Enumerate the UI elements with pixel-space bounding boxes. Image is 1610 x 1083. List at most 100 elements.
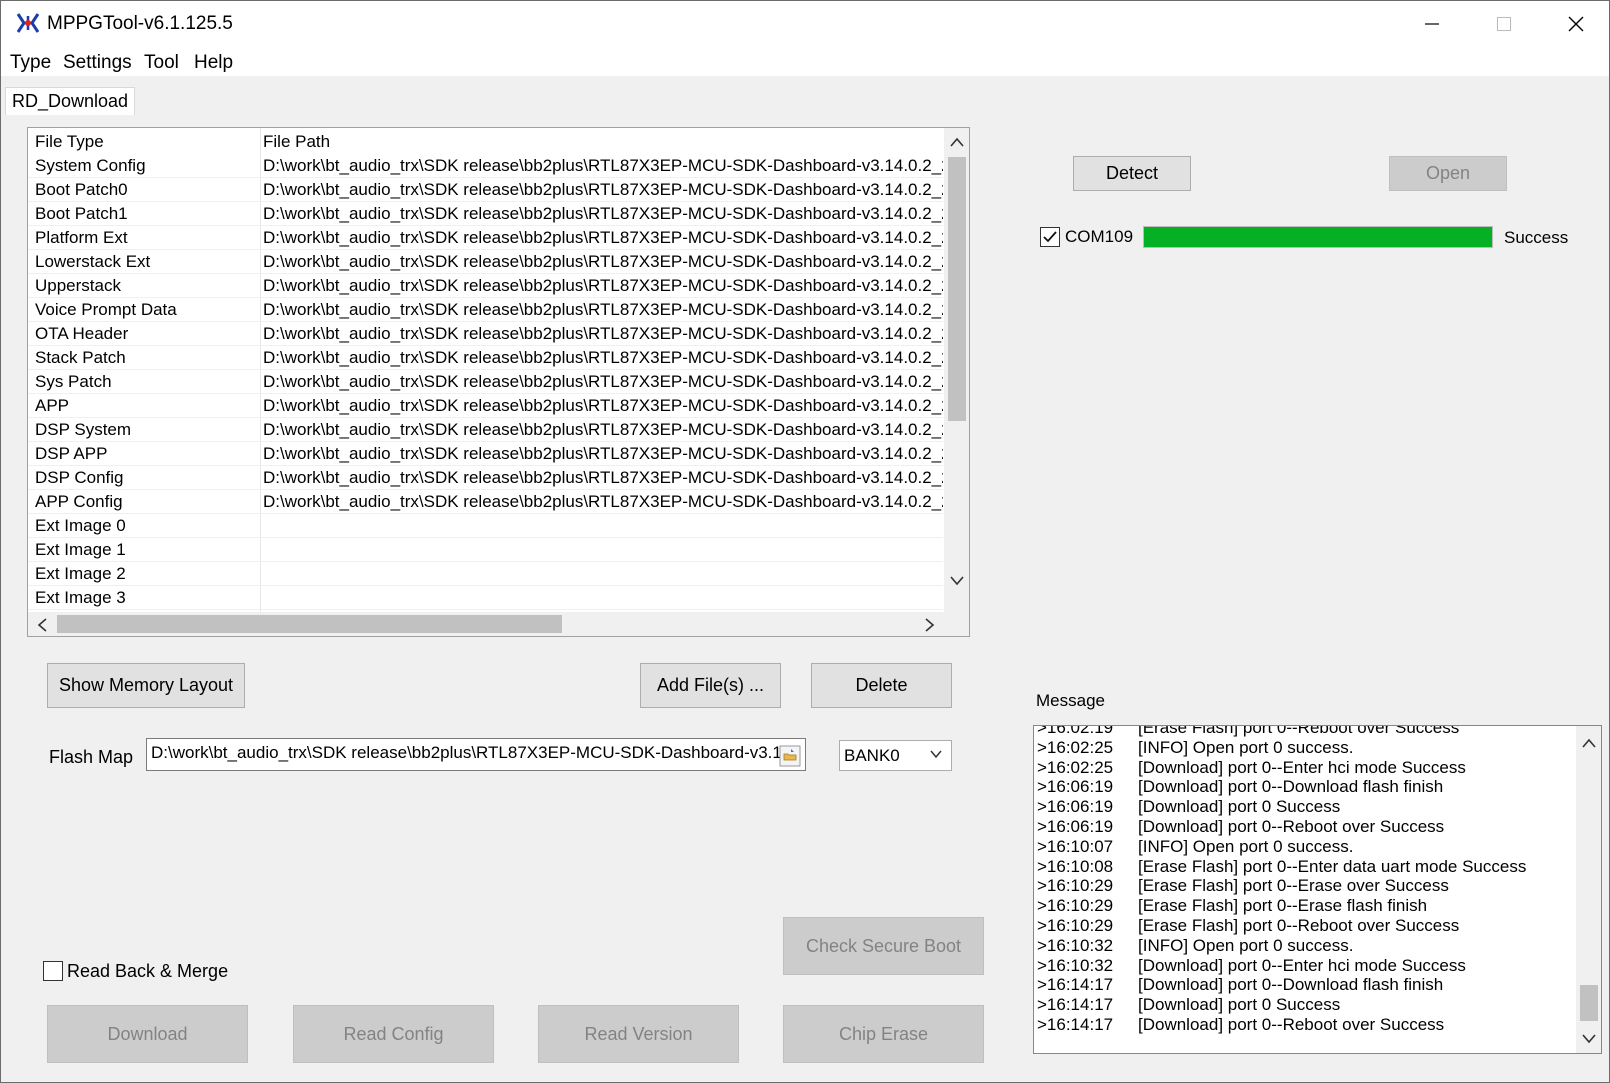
progress-fill: [1144, 227, 1492, 247]
scroll-down-icon[interactable]: [1582, 1032, 1596, 1048]
table-row[interactable]: Sys Patch D:\work\bt_audio_trx\SDK releas…: [28, 370, 943, 394]
scroll-down-icon[interactable]: [950, 574, 964, 590]
table-row[interactable]: DSP APP D:\work\bt_audio_trx\SDK release\…: [28, 442, 943, 466]
minimize-icon: [1425, 23, 1439, 25]
menu-tool[interactable]: Tool: [144, 52, 179, 74]
chip-erase-button[interactable]: Chip Erase: [783, 1005, 984, 1063]
log-time: >16:06:19: [1037, 797, 1114, 817]
file-list[interactable]: File Type File Path System Config D:\work…: [27, 127, 970, 637]
log-time: >16:10:29: [1037, 876, 1114, 896]
file-type-cell: Lowerstack Ext: [35, 252, 151, 271]
log-text: [Erase Flash] port 0--Erase over Success: [1138, 876, 1449, 896]
table-row[interactable]: Upperstack D:\work\bt_audio_trx\SDK relea…: [28, 274, 943, 298]
scroll-thumb[interactable]: [57, 615, 562, 633]
file-list-header: File Type File Path: [28, 130, 943, 154]
table-row[interactable]: Platform Ext D:\work\bt_audio_trx\SDK rel…: [28, 226, 943, 250]
show-memory-layout-button[interactable]: Show Memory Layout: [47, 663, 245, 708]
table-row[interactable]: Lowerstack Ext D:\work\bt_audio_trx\SDK r…: [28, 250, 943, 274]
app-window: MPPGTool-v6.1.125.5 Type Settings Tool H…: [0, 0, 1610, 1083]
scroll-up-icon[interactable]: [1582, 736, 1596, 752]
add-files-button[interactable]: Add File(s) ...: [640, 663, 781, 708]
close-button[interactable]: [1540, 1, 1609, 47]
menu-settings[interactable]: Settings: [63, 52, 132, 74]
file-type-cell: Sys Patch: [35, 372, 112, 391]
read-config-button[interactable]: Read Config: [293, 1005, 494, 1063]
log-text: [INFO] Open port 0 success.: [1138, 836, 1354, 856]
detect-button[interactable]: Detect: [1073, 156, 1191, 191]
delete-button[interactable]: Delete: [811, 663, 952, 708]
log-text: [Download] port 0--Enter hci mode Succes…: [1138, 955, 1466, 975]
file-list-vertical-scrollbar[interactable]: [944, 128, 969, 612]
table-row[interactable]: DSP System D:\work\bt_audio_trx\SDK relea…: [28, 418, 943, 442]
table-row[interactable]: Ext Image 3: [28, 586, 943, 610]
log-time: >16:06:19: [1037, 777, 1114, 797]
message-vertical-scrollbar[interactable]: [1576, 726, 1601, 1053]
file-type-cell: Ext Image 1: [35, 540, 126, 559]
table-row[interactable]: Boot Patch0 D:\work\bt_audio_trx\SDK rele…: [28, 178, 943, 202]
minimize-button[interactable]: [1396, 1, 1468, 47]
table-row[interactable]: Voice Prompt Data D:\work\bt_audio_trx\SD…: [28, 298, 943, 322]
table-row[interactable]: Ext Image 2: [28, 562, 943, 586]
table-row[interactable]: Ext Image 0: [28, 514, 943, 538]
close-icon: [1568, 16, 1584, 32]
table-row[interactable]: OTA Header D:\work\bt_audio_trx\SDK relea…: [28, 322, 943, 346]
scroll-up-icon[interactable]: [950, 135, 964, 151]
log-time: >16:10:29: [1037, 896, 1114, 916]
log-time: >16:14:17: [1037, 1014, 1114, 1034]
table-row[interactable]: APP Config D:\work\bt_audio_trx\SDK relea…: [28, 490, 943, 514]
header-file-type[interactable]: File Type: [35, 132, 104, 152]
chevron-down-icon[interactable]: [929, 748, 943, 760]
file-type-cell: OTA Header: [35, 324, 129, 343]
file-type-cell: Boot Patch0: [35, 180, 128, 199]
file-path-cell: D:\work\bt_audio_trx\SDK release\bb2plus…: [263, 348, 943, 367]
flash-map-input[interactable]: D:\work\bt_audio_trx\SDK release\bb2plus…: [146, 738, 806, 771]
scroll-left-icon[interactable]: [37, 618, 47, 636]
check-secure-boot-button[interactable]: Check Secure Boot: [783, 917, 984, 975]
file-type-cell: APP Config: [35, 492, 123, 511]
header-file-path[interactable]: File Path: [263, 132, 943, 152]
file-path-cell: D:\work\bt_audio_trx\SDK release\bb2plus…: [263, 276, 943, 295]
file-type-cell: Platform Ext: [35, 228, 128, 247]
log-time: >16:10:32: [1037, 935, 1114, 955]
read-back-merge-label: Read Back & Merge: [67, 961, 229, 981]
read-back-merge-checkbox[interactable]: [43, 961, 63, 981]
table-row[interactable]: APP D:\work\bt_audio_trx\SDK release\bb2p…: [28, 394, 943, 418]
message-log[interactable]: >16:02:19 [Erase Flash] port 0--Reboot ov…: [1033, 725, 1602, 1054]
file-path-cell: D:\work\bt_audio_trx\SDK release\bb2plus…: [263, 180, 943, 199]
window-title: MPPGTool-v6.1.125.5: [47, 13, 233, 34]
log-time: >16:10:32: [1037, 955, 1114, 975]
table-row[interactable]: DSP Config D:\work\bt_audio_trx\SDK relea…: [28, 466, 943, 490]
scroll-thumb[interactable]: [948, 157, 966, 421]
maximize-button[interactable]: [1468, 1, 1540, 47]
menu-type[interactable]: Type: [10, 52, 51, 74]
menu-help[interactable]: Help: [194, 52, 233, 74]
file-type-cell: DSP Config: [35, 468, 124, 487]
read-version-button[interactable]: Read Version: [538, 1005, 739, 1063]
log-text: [Erase Flash] port 0--Enter data uart mo…: [1138, 856, 1527, 876]
tab-rd-download[interactable]: RD_Download: [5, 87, 136, 115]
file-type-cell: Ext Image 2: [35, 564, 126, 583]
menu-bar: Type Settings Tool Help: [1, 47, 1609, 77]
file-type-cell: Voice Prompt Data: [35, 300, 177, 319]
file-path-cell: D:\work\bt_audio_trx\SDK release\bb2plus…: [263, 228, 943, 247]
table-row[interactable]: Stack Patch D:\work\bt_audio_trx\SDK rele…: [28, 346, 943, 370]
file-path-cell: D:\work\bt_audio_trx\SDK release\bb2plus…: [263, 204, 943, 223]
message-label: Message: [1036, 691, 1105, 710]
file-type-cell: Ext Image 0: [35, 516, 126, 535]
table-row[interactable]: Ext Image 1: [28, 538, 943, 562]
table-row[interactable]: Boot Patch1 D:\work\bt_audio_trx\SDK rele…: [28, 202, 943, 226]
scroll-right-icon[interactable]: [925, 618, 935, 636]
log-time: >16:14:17: [1037, 995, 1114, 1015]
file-type-cell: APP: [35, 396, 70, 415]
scroll-thumb[interactable]: [1580, 985, 1598, 1021]
file-path-cell: D:\work\bt_audio_trx\SDK release\bb2plus…: [263, 420, 943, 439]
port-checkbox[interactable]: [1040, 227, 1060, 247]
log-text: [Erase Flash] port 0--Reboot over Succes…: [1138, 725, 1460, 737]
file-list-horizontal-scrollbar[interactable]: [28, 612, 944, 636]
browse-folder-icon[interactable]: [779, 745, 801, 767]
file-type-cell: System Config: [35, 156, 146, 175]
open-button[interactable]: Open: [1389, 156, 1507, 191]
log-text: [Erase Flash] port 0--Erase flash finish: [1138, 896, 1428, 916]
table-row[interactable]: System Config D:\work\bt_audio_trx\SDK re…: [28, 154, 943, 178]
download-button[interactable]: Download: [47, 1005, 248, 1063]
